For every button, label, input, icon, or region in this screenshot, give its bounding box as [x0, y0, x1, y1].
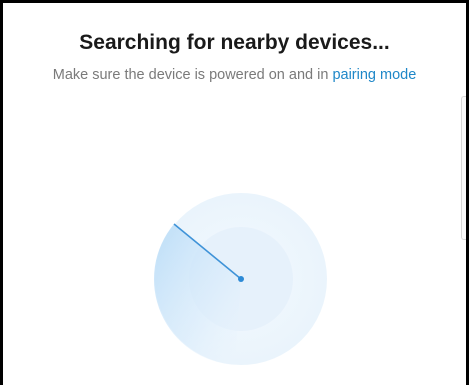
- dialog-subtitle: Make sure the device is powered on and i…: [3, 67, 466, 83]
- radar-scan-icon: [153, 193, 327, 365]
- dialog-title: Searching for nearby devices...: [79, 31, 390, 54]
- subtitle-text: Make sure the device is powered on and i…: [52, 67, 333, 83]
- side-panel-edge: [461, 96, 466, 240]
- pairing-mode-link[interactable]: pairing mode: [332, 67, 416, 83]
- pairing-dialog: Searching for nearby devices... Make sur…: [0, 0, 469, 385]
- radar-center-dot: [238, 276, 244, 282]
